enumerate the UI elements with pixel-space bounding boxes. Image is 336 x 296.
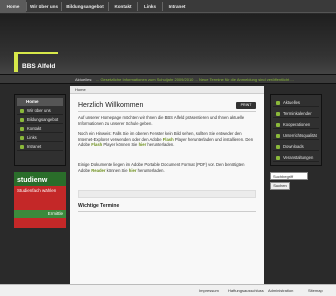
pdf-hint-text-4: herunterladen. <box>137 167 165 173</box>
nav-wir-ueber-uns[interactable]: Wir über uns <box>27 0 61 13</box>
sidebar-item-wir-ueber-uns[interactable]: Wir über uns <box>17 107 63 115</box>
content-separator-box <box>78 190 256 198</box>
news-ticker[interactable]: ... Gesetzliche Informationen zum Schulj… <box>96 77 336 82</box>
pdf-hint-paragraph: Einige Dokumente liegen im Adobe Portabl… <box>78 162 256 173</box>
breadcrumb-home[interactable]: Home <box>75 87 86 92</box>
flash-download-link[interactable]: hier <box>139 142 147 147</box>
footer-administration[interactable]: Administration <box>268 288 293 293</box>
reader-link[interactable]: Reader <box>91 168 105 173</box>
promo-action[interactable]: Ermittle <box>48 211 63 216</box>
promo-subtitle: Studienfach wählen <box>17 188 57 193</box>
logo-text[interactable]: BBS Alfeld <box>22 63 55 70</box>
footer-impressum[interactable]: Impressum <box>199 288 219 293</box>
top-navigation: Home Wir über uns Bildungsangebot Kontak… <box>0 0 336 13</box>
footer: Impressum Haftungsausschluss Administrat… <box>0 284 336 296</box>
sidebar-item-home[interactable]: Home <box>17 98 63 106</box>
pdf-hint-text-1: Einige Dokumente liegen im Adobe <box>78 162 144 167</box>
flash-link-2[interactable]: Flash <box>91 142 102 147</box>
left-sidebar-menu: Home Wir über uns Bildungsangebot Kontak… <box>14 94 66 166</box>
header-banner: BBS Alfeld <box>0 14 336 74</box>
flash-hint-text-4: herunterladen. <box>147 142 175 147</box>
news-ticker-bar: Aktuelles: ... Gesetzliche Informationen… <box>0 74 336 84</box>
search-input[interactable] <box>270 172 308 180</box>
nav-kontakt[interactable]: Kontakt <box>109 0 137 13</box>
page-title: Herzlich Willkommen <box>78 102 144 109</box>
nav-links[interactable]: Links <box>138 0 162 13</box>
divider <box>78 211 256 212</box>
reader-download-link[interactable]: hier <box>129 168 137 173</box>
breadcrumb: Home <box>70 86 264 94</box>
sidebar-item-links[interactable]: Links <box>17 134 63 142</box>
intro-paragraph: Auf unserer Homepage möchten wir Ihnen d… <box>78 115 245 126</box>
promo-banner[interactable]: studienw Studienfach wählen Ermittle <box>14 172 66 228</box>
flash-hint-paragraph: Noch ein Hinweis: Falls Sie im oberen Fe… <box>78 131 256 148</box>
news-label: Aktuelles: <box>75 77 93 82</box>
logo-line <box>14 52 58 54</box>
flash-link[interactable]: Flash <box>163 137 174 142</box>
section-title-termine: Wichtige Termine <box>78 203 120 209</box>
footer-haftungsausschluss[interactable]: Haftungsausschluss <box>228 288 264 293</box>
sidebar-item-bildungsangebot[interactable]: Bildungsangebot <box>17 116 63 124</box>
promo-title: studienw <box>17 177 48 184</box>
divider <box>78 111 256 112</box>
search-button[interactable]: Suchen <box>270 182 290 190</box>
sidebar-item-veranstaltungen[interactable]: Veranstaltungen <box>273 153 319 162</box>
main-content: Herzlich Willkommen PRINT Auf unserer Ho… <box>70 94 264 284</box>
sidebar-item-aktuelles[interactable]: Aktuelles <box>273 98 319 107</box>
print-button[interactable]: PRINT <box>236 102 256 109</box>
sidebar-item-kontakt[interactable]: Kontakt <box>17 125 63 133</box>
sidebar-item-intranet[interactable]: Intranet <box>17 143 63 151</box>
logo-mark <box>14 52 18 72</box>
right-sidebar-menu: Aktuelles Terminkalender Kooperationen U… <box>270 94 322 166</box>
sidebar-item-terminkalender[interactable]: Terminkalender <box>273 109 319 118</box>
flash-hint-text-3: Player können Sie <box>103 142 138 147</box>
nav-home[interactable]: Home <box>0 0 26 13</box>
pdf-hint-text-3: können Sie <box>106 167 128 173</box>
sidebar-item-downloads[interactable]: Downloads <box>273 142 319 151</box>
sidebar-item-kooperationen[interactable]: Kooperationen <box>273 120 319 129</box>
footer-sitemap[interactable]: Sitemap <box>308 288 323 293</box>
nav-bildungsangebot[interactable]: Bildungsangebot <box>62 0 108 13</box>
sidebar-item-unterrichtsqualitaet[interactable]: Unterrichtsqualität <box>273 131 319 140</box>
nav-intranet[interactable]: Intranet <box>163 0 191 13</box>
